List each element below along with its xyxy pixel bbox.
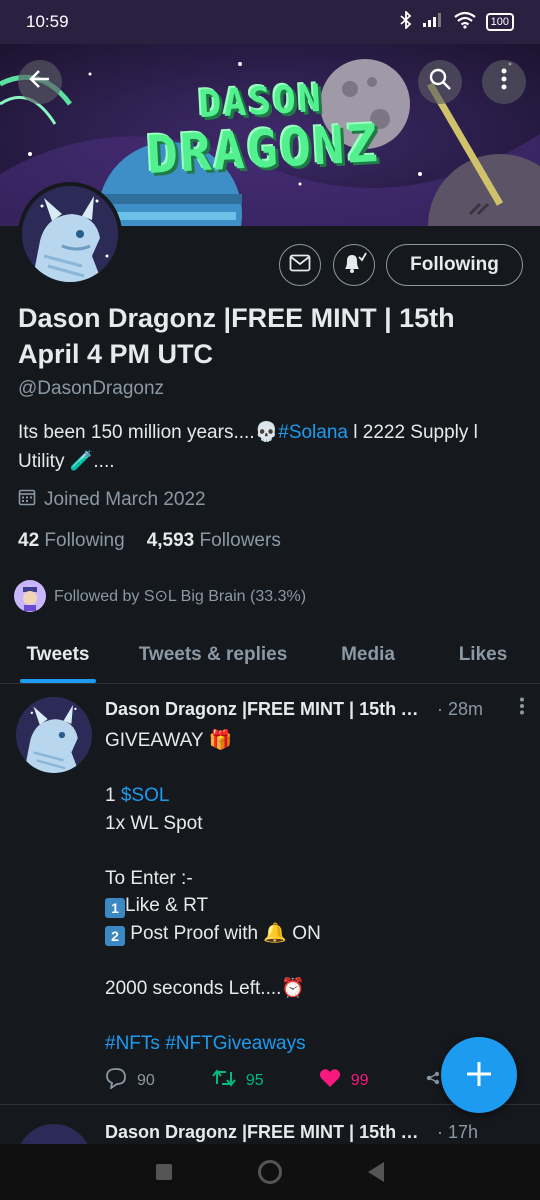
tweet-header: Dason Dragonz |FREE MINT | 15th April 4 … (105, 1122, 525, 1143)
followed-by[interactable]: Followed by S⊙L Big Brain (33.3%) (14, 580, 306, 612)
recent-apps-icon[interactable] (156, 1164, 172, 1180)
profile-avatar[interactable] (18, 182, 122, 286)
sol-cashtag-link[interactable]: $SOL (121, 785, 170, 806)
tweet-text: GIVEAWAY 🎁 1 $SOL 1x WL Spot To Enter :-… (105, 727, 525, 1057)
test-tube-emoji-icon: 🧪 (69, 451, 94, 472)
following-stat-label: Following (44, 530, 125, 551)
follower-avatar (14, 580, 46, 612)
tweet-timestamp: · 17h (437, 1122, 479, 1142)
tab-likes[interactable]: Likes (426, 626, 540, 683)
wifi-icon (453, 11, 476, 33)
banner-logo-line2: DRAGONZ (145, 113, 382, 187)
followed-by-text: Followed by S⊙L Big Brain (33.3%) (54, 588, 307, 605)
reply-count: 90 (137, 1071, 155, 1089)
plus-icon (464, 1050, 494, 1100)
tab-tweets[interactable]: Tweets (0, 626, 116, 683)
tweet-line: 1x WL Spot (105, 812, 203, 834)
mail-icon (289, 254, 311, 277)
following-button[interactable]: Following (386, 244, 523, 286)
followers-stat-label: Followers (199, 530, 281, 551)
tweet-line: 2000 seconds Left.... (105, 977, 282, 999)
like-button[interactable]: 99 (319, 1067, 426, 1094)
tweet-line: GIVEAWAY (105, 730, 204, 751)
tweet-timestamp: · 28m (437, 699, 484, 719)
signal-icon (422, 12, 444, 32)
tweet-line: ON (287, 922, 321, 944)
more-options-button[interactable] (482, 60, 526, 104)
following-stat[interactable]: 42 Following (18, 530, 125, 552)
profile-stats: 42 Following 4,593 Followers (18, 530, 281, 552)
retweet-count: 95 (245, 1071, 264, 1089)
profile-bio: Its been 150 million years....💀#Solana l… (18, 418, 528, 476)
profile-display-name: Dason Dragonz |FREE MINT | 15th April 4 … (18, 303, 455, 369)
calendar-icon (18, 488, 36, 512)
tweet-author-avatar[interactable] (16, 1124, 92, 1144)
status-icons: 100 (400, 9, 514, 33)
battery-indicator: 100 (485, 13, 514, 31)
tweet-author-name[interactable]: Dason Dragonz |FREE MINT | 15th April 4 … (105, 699, 431, 720)
search-button[interactable] (418, 60, 462, 104)
tweet[interactable]: Dason Dragonz |FREE MINT | 15th April 4 … (0, 1106, 540, 1144)
reply-button[interactable]: 90 (105, 1067, 212, 1094)
followers-stat[interactable]: 4,593 Followers (147, 530, 281, 552)
heart-icon (319, 1068, 341, 1093)
bell-emoji-icon: 🔔 (263, 922, 288, 944)
back-arrow-icon (29, 68, 51, 97)
tweet-author-avatar[interactable] (16, 697, 92, 773)
status-bar: 10:59 100 (0, 0, 540, 44)
retweet-button[interactable]: 95 (212, 1067, 319, 1094)
like-count: 99 (350, 1071, 369, 1089)
solana-hashtag-link[interactable]: #Solana (278, 422, 348, 443)
keycap-one-icon: 1 (105, 898, 125, 918)
tweet-line: To Enter :- (105, 867, 193, 889)
bio-text: Its been 150 million years.... (18, 422, 255, 443)
bio-text-end: .... (93, 451, 115, 472)
system-navigation-bar (0, 1144, 540, 1200)
compose-tweet-button[interactable] (441, 1037, 517, 1113)
bluetooth-icon (400, 9, 412, 33)
tweet-line: Post Proof with (125, 922, 264, 944)
tweet-author-name[interactable]: Dason Dragonz |FREE MINT | 15th April 4 … (105, 1122, 431, 1143)
tweet-actions: 90 95 99 (105, 1067, 445, 1094)
followers-count: 4,593 (146, 530, 195, 551)
tweet-line: Like & RT (125, 895, 209, 916)
profile-tabs: Tweets Tweets & replies Media Likes (0, 626, 540, 684)
message-button[interactable] (279, 244, 321, 286)
keycap-two-icon: 2 (105, 925, 125, 946)
notifications-button[interactable] (333, 244, 375, 286)
nfts-hashtag-link[interactable]: #NFTs (105, 1033, 160, 1054)
alarm-clock-emoji-icon: ⏰ (281, 977, 306, 999)
vertical-ellipsis-icon (501, 68, 507, 97)
back-triangle-icon[interactable] (368, 1162, 384, 1182)
vertical-ellipsis-icon (519, 697, 525, 720)
gift-emoji-icon: 🎁 (208, 730, 233, 751)
tweet-more-button[interactable] (519, 697, 525, 721)
status-time: 10:59 (26, 12, 69, 31)
joined-date: Joined March 2022 (18, 488, 206, 512)
bell-plus-icon (341, 251, 367, 280)
banner-logo: DASON DRAGONZ (110, 74, 415, 187)
reply-icon (105, 1067, 127, 1094)
tweet-header: Dason Dragonz |FREE MINT | 15th April 4 … (105, 697, 525, 721)
dragon-avatar-art (16, 697, 92, 773)
joined-text: Joined March 2022 (44, 489, 206, 510)
retweet-icon (212, 1068, 236, 1093)
skull-emoji-icon: 💀 (254, 422, 279, 443)
search-icon (428, 67, 452, 98)
home-icon[interactable] (258, 1160, 282, 1184)
back-button[interactable] (18, 60, 62, 104)
profile-handle: @DasonDragonz (18, 378, 165, 399)
tab-media[interactable]: Media (310, 626, 426, 683)
tweet-line: 1 (105, 785, 121, 806)
following-count: 42 (18, 530, 40, 551)
tab-tweets-replies[interactable]: Tweets & replies (116, 626, 310, 683)
nftgiveaways-hashtag-link[interactable]: #NFTGiveaways (165, 1033, 305, 1054)
dragon-avatar-art (22, 186, 118, 282)
share-icon (426, 1071, 440, 1090)
